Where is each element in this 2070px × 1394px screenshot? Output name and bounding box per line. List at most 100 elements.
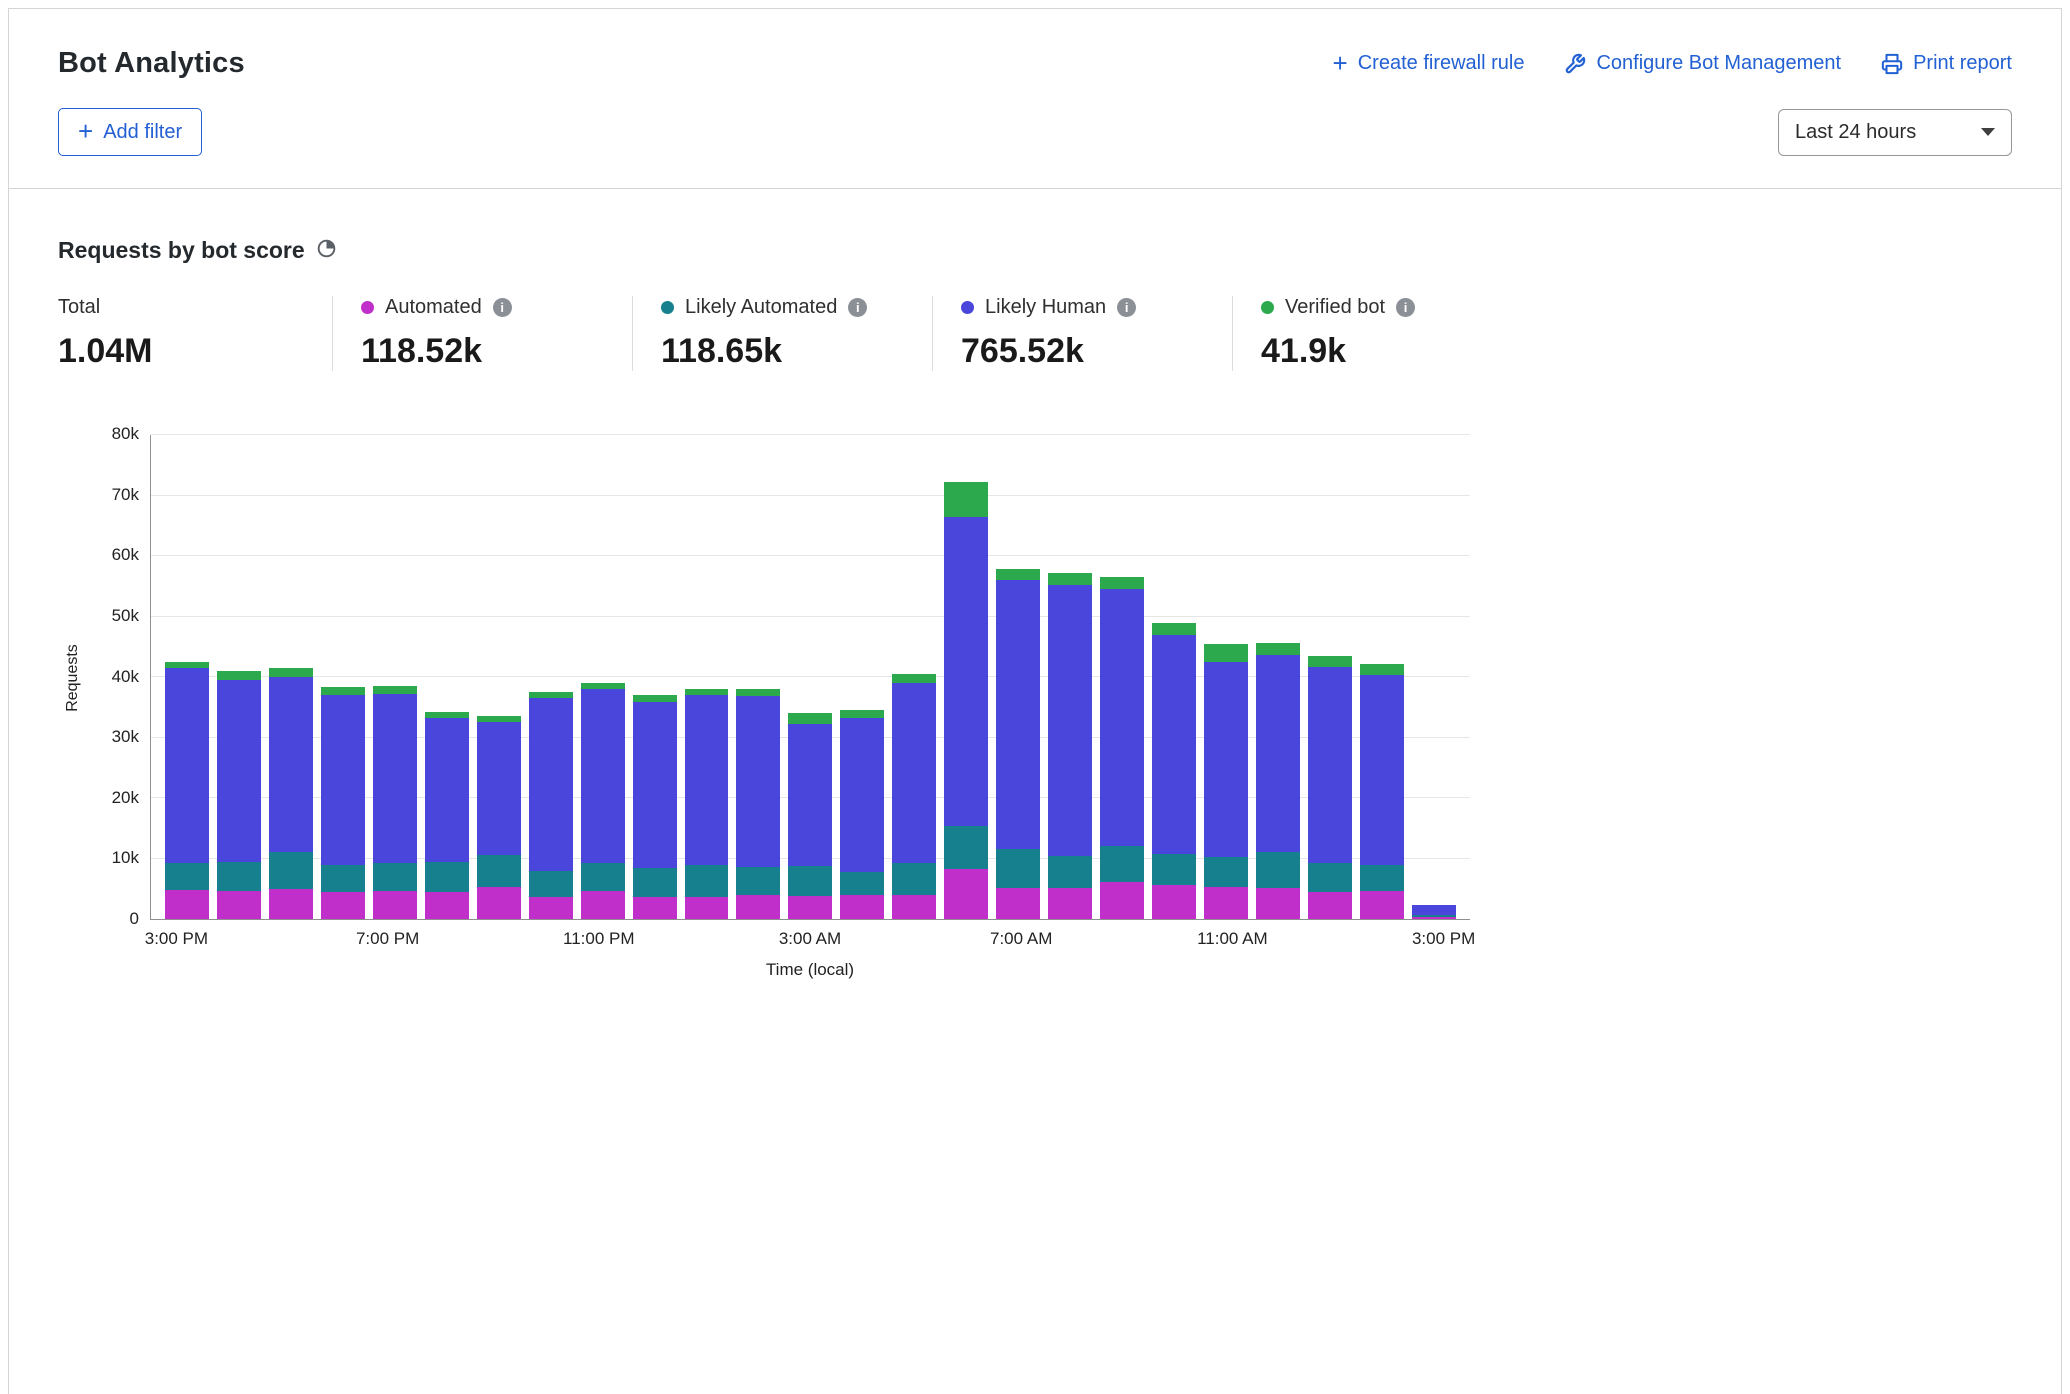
info-icon[interactable]: i [848, 298, 867, 317]
x-tick-label: 7:00 PM [356, 929, 419, 949]
bar [321, 435, 365, 919]
bar-segment [840, 895, 884, 919]
bar-segment [944, 826, 988, 869]
bar [840, 435, 884, 919]
bar-segment [1256, 655, 1300, 852]
bar-segment [1100, 882, 1144, 920]
bar-segment [321, 865, 365, 892]
bar-segment [581, 863, 625, 891]
bar-segment [840, 718, 884, 873]
x-axis-title: Time (local) [150, 952, 1470, 986]
stat-value: 118.52k [361, 332, 632, 371]
bar-segment [1308, 656, 1352, 667]
bar [1152, 435, 1196, 919]
printer-icon [1881, 53, 1903, 75]
bar [165, 435, 209, 919]
bar [1100, 435, 1144, 919]
bars-container [151, 435, 1470, 919]
bar [477, 435, 521, 919]
y-axis-title: Requests [58, 435, 88, 920]
bar-segment [217, 671, 261, 680]
bar [1308, 435, 1352, 919]
bar-segment [529, 698, 573, 872]
likely-automated-legend-dot [661, 301, 674, 314]
bar-segment [1048, 585, 1092, 855]
header: Bot Analytics + Create firewall rule Con… [9, 9, 2061, 189]
stat-value: 765.52k [961, 332, 1232, 371]
bar [1256, 435, 1300, 919]
x-axis-tick-labels: 3:00 PM7:00 PM11:00 PM3:00 AM7:00 AM11:0… [150, 920, 1470, 952]
bar-segment [269, 852, 313, 888]
plot-area [150, 435, 1470, 920]
bar-segment [1048, 888, 1092, 919]
add-filter-button[interactable]: + Add filter [58, 108, 202, 156]
bar-segment [944, 517, 988, 826]
bar [788, 435, 832, 919]
configure-bot-management-link[interactable]: Configure Bot Management [1564, 52, 1841, 75]
y-tick-label: 0 [130, 909, 139, 929]
bar-segment [165, 863, 209, 890]
stat-value: 41.9k [1261, 332, 1532, 371]
y-tick-label: 60k [112, 545, 139, 565]
x-tick-label: 11:00 AM [1197, 929, 1268, 949]
stat-automated: Automated i 118.52k [332, 296, 632, 371]
bar-segment [996, 569, 1040, 580]
bar [529, 435, 573, 919]
bar-segment [165, 890, 209, 919]
bar-segment [321, 695, 365, 864]
info-icon[interactable]: i [1117, 298, 1136, 317]
stat-value: 118.65k [661, 332, 932, 371]
bar-segment [996, 849, 1040, 887]
bar [1204, 435, 1248, 919]
x-tick-label: 7:00 AM [990, 929, 1052, 949]
bar-segment [425, 718, 469, 862]
stats-row: Total 1.04M Automated i 118.52k Likely A… [58, 296, 2012, 371]
bar-segment [477, 887, 521, 919]
x-tick-label: 11:00 PM [563, 929, 635, 949]
bar-segment [321, 687, 365, 695]
bar-segment [581, 689, 625, 863]
time-range-value: Last 24 hours [1795, 121, 1916, 144]
bar-segment [425, 892, 469, 919]
print-report-link[interactable]: Print report [1881, 52, 2012, 75]
bar-segment [1100, 589, 1144, 846]
bar-segment [1204, 644, 1248, 662]
bar-segment [633, 868, 677, 898]
bar-segment [788, 866, 832, 896]
bar-segment [840, 710, 884, 718]
info-icon[interactable]: i [1396, 298, 1415, 317]
requests-by-bot-score-chart: Requests 010k20k30k40k50k60k70k80k 3:00 … [58, 435, 1470, 986]
bar-segment [1308, 892, 1352, 919]
create-firewall-rule-link[interactable]: + Create firewall rule [1333, 51, 1525, 77]
bar-segment [633, 695, 677, 702]
y-axis-tick-labels: 010k20k30k40k50k60k70k80k [88, 435, 150, 920]
bar-segment [736, 689, 780, 696]
bar [1360, 435, 1404, 919]
automated-legend-dot [361, 301, 374, 314]
x-tick-label: 3:00 PM [145, 929, 208, 949]
bar-segment [269, 668, 313, 677]
bar-segment [269, 677, 313, 852]
bar-segment [1308, 667, 1352, 863]
bar-segment [788, 713, 832, 724]
bar-segment [477, 855, 521, 886]
stat-likely-automated: Likely Automated i 118.65k [632, 296, 932, 371]
bar [581, 435, 625, 919]
bar-segment [217, 862, 261, 891]
time-range-select[interactable]: Last 24 hours [1778, 109, 2012, 156]
y-tick-label: 80k [112, 424, 139, 444]
bot-analytics-panel: Bot Analytics + Create firewall rule Con… [8, 8, 2062, 1394]
info-icon[interactable]: i [493, 298, 512, 317]
verified-bot-legend-dot [1261, 301, 1274, 314]
bar-segment [1412, 917, 1456, 919]
bar-segment [217, 891, 261, 919]
section-title: Requests by bot score [58, 237, 305, 264]
header-actions: + Create firewall rule Configure Bot Man… [1333, 51, 2012, 77]
stat-label: Likely Human [985, 296, 1106, 319]
stat-total: Total 1.04M [58, 296, 332, 371]
bar-segment [1152, 885, 1196, 919]
bar-segment [892, 895, 936, 919]
page-title: Bot Analytics [58, 47, 245, 80]
bar-segment [685, 695, 729, 864]
bar-segment [1152, 854, 1196, 885]
